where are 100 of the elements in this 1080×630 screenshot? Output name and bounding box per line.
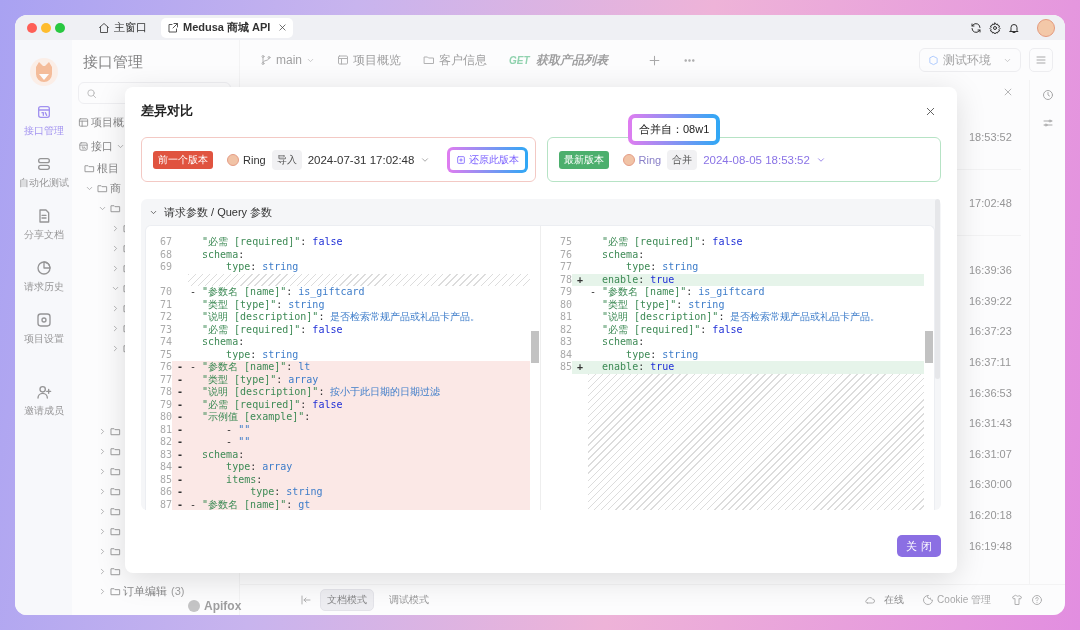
search-icon <box>86 87 97 99</box>
window-tab[interactable]: Medusa 商城 API <box>161 17 294 38</box>
scrollbar-thumb[interactable] <box>925 331 933 363</box>
line-number: 67 <box>158 236 172 249</box>
history-time: 16:37:23 <box>969 325 1012 338</box>
line-number: 77 <box>558 261 572 274</box>
code-line: "必需 [required]": false <box>201 323 344 336</box>
menu-button[interactable] <box>1029 48 1053 72</box>
pie-chart-icon <box>35 260 52 276</box>
line-number: 83 <box>558 336 572 349</box>
close-icon[interactable] <box>278 23 288 32</box>
code-line: "必需 [required]": false <box>201 236 344 249</box>
code-line: type: string <box>625 348 700 361</box>
calendar-icon <box>35 104 52 120</box>
nav-item[interactable]: 项目设置 <box>23 312 64 364</box>
collapse-icon[interactable] <box>300 594 312 606</box>
line-number: 82 <box>558 323 572 336</box>
action-tag: 导入 <box>271 149 302 170</box>
plus-icon[interactable] <box>647 53 661 67</box>
cube-icon <box>928 54 939 66</box>
close-window-button[interactable] <box>27 22 37 33</box>
panel-title: 接口管理 <box>82 52 144 72</box>
line-number: 68 <box>158 248 172 261</box>
tree-item[interactable]: 订单编辑 (3) <box>78 581 185 601</box>
home-icon <box>98 21 110 34</box>
history-time: 16:37:11 <box>969 356 1011 369</box>
logo-icon <box>29 58 58 86</box>
line-number: 84 <box>158 461 172 474</box>
tree-item[interactable]: 根目 <box>78 158 119 178</box>
history-time: 17:02:48 <box>969 196 1012 209</box>
mode-tab[interactable]: 调试模式 <box>382 589 436 611</box>
version-time[interactable]: 2024-07-31 17:02:48 <box>307 153 415 166</box>
shirt-icon[interactable] <box>1011 594 1023 606</box>
line-number: 85 <box>558 361 572 374</box>
tree-item[interactable]: 接口 <box>78 134 126 158</box>
window-tab[interactable]: 主窗口 <box>92 17 153 38</box>
code-line: type: string <box>225 261 300 274</box>
menu-icon <box>1035 54 1047 66</box>
avatar[interactable] <box>1037 18 1055 37</box>
minimize-window-button[interactable] <box>41 22 51 33</box>
nav-item[interactable]: 邀请成员 <box>23 384 64 436</box>
code-line: "必需 [required]": false <box>601 323 744 336</box>
line-number: 74 <box>158 336 172 349</box>
maximize-window-button[interactable] <box>55 22 65 33</box>
line-number: 81 <box>558 311 572 324</box>
line-number: 78 <box>158 386 172 399</box>
clock-icon[interactable] <box>1041 89 1054 101</box>
doc-tab[interactable]: GET 获取产品列表 <box>509 51 608 69</box>
settings-icon[interactable] <box>989 21 1001 34</box>
code-line: schema: <box>601 248 646 261</box>
nav-item[interactable]: 自动化测试 <box>18 156 69 208</box>
history-time: 16:31:43 <box>969 417 1012 430</box>
sliders-icon[interactable] <box>1041 117 1054 129</box>
cookie-button[interactable]: Cookie 管理 <box>922 593 991 607</box>
nav-item[interactable]: 请求历史 <box>23 260 64 312</box>
nav-item[interactable]: 接口管理 <box>23 104 64 156</box>
history-time: 16:39:22 <box>969 294 1012 307</box>
history-time: 18:53:52 <box>969 130 1012 143</box>
scrollbar-thumb[interactable] <box>935 199 940 379</box>
environment-select[interactable]: 测试环境 <box>919 48 1021 72</box>
line-number: 69 <box>158 261 172 274</box>
nav-item[interactable]: 分享文档 <box>23 208 64 260</box>
line-number: 70 <box>158 286 172 299</box>
diff-sign: + <box>572 273 588 286</box>
refresh-icon[interactable] <box>970 21 982 34</box>
code-line: "说明 [description]": 是否检索常规产品或礼品卡产品。 <box>201 311 482 324</box>
bell-icon[interactable] <box>1008 21 1020 34</box>
code-line: schema: <box>201 248 246 261</box>
status-label: 在线 <box>884 593 905 607</box>
doc-tab[interactable]: 客户信息 <box>423 51 487 69</box>
branch-selector[interactable]: main <box>260 53 315 67</box>
server-icon <box>35 156 52 172</box>
action-tag: 合并 <box>667 149 698 170</box>
line-number: 77 <box>158 373 172 386</box>
code-line: "类型 [type]": string <box>201 298 326 311</box>
mode-tab[interactable]: 文档模式 <box>320 589 374 611</box>
avatar <box>227 153 239 166</box>
restore-icon <box>455 154 466 165</box>
section-title: 请求参数 / Query 参数 <box>164 204 273 220</box>
line-number: 79 <box>158 398 172 411</box>
line-number: 82 <box>158 436 172 449</box>
cloud-icon <box>864 594 877 606</box>
code-line: - "参数名 [name]": is_giftcard <box>189 286 366 299</box>
version-time[interactable]: 2024-08-05 18:53:52 <box>703 153 810 166</box>
diff-sign: - <box>172 411 188 424</box>
scrollbar-thumb[interactable] <box>531 331 539 363</box>
history-time: 16:20:18 <box>969 509 1012 522</box>
line-number: 80 <box>158 411 172 424</box>
tree-item[interactable]: 商 <box>78 178 121 198</box>
tree-item[interactable]: 项目概 <box>78 110 124 134</box>
close-button[interactable]: 关 闭 <box>897 535 941 557</box>
help-icon[interactable] <box>1031 594 1043 606</box>
avatar <box>622 153 635 166</box>
line-number: 75 <box>558 236 572 249</box>
add-user-icon <box>35 384 52 400</box>
close-icon[interactable] <box>925 105 936 117</box>
brand-logo-icon <box>188 600 200 612</box>
doc-tab[interactable]: 项目概览 <box>337 51 401 69</box>
diff-sign: - <box>172 386 188 399</box>
line-number: 76 <box>558 248 572 261</box>
